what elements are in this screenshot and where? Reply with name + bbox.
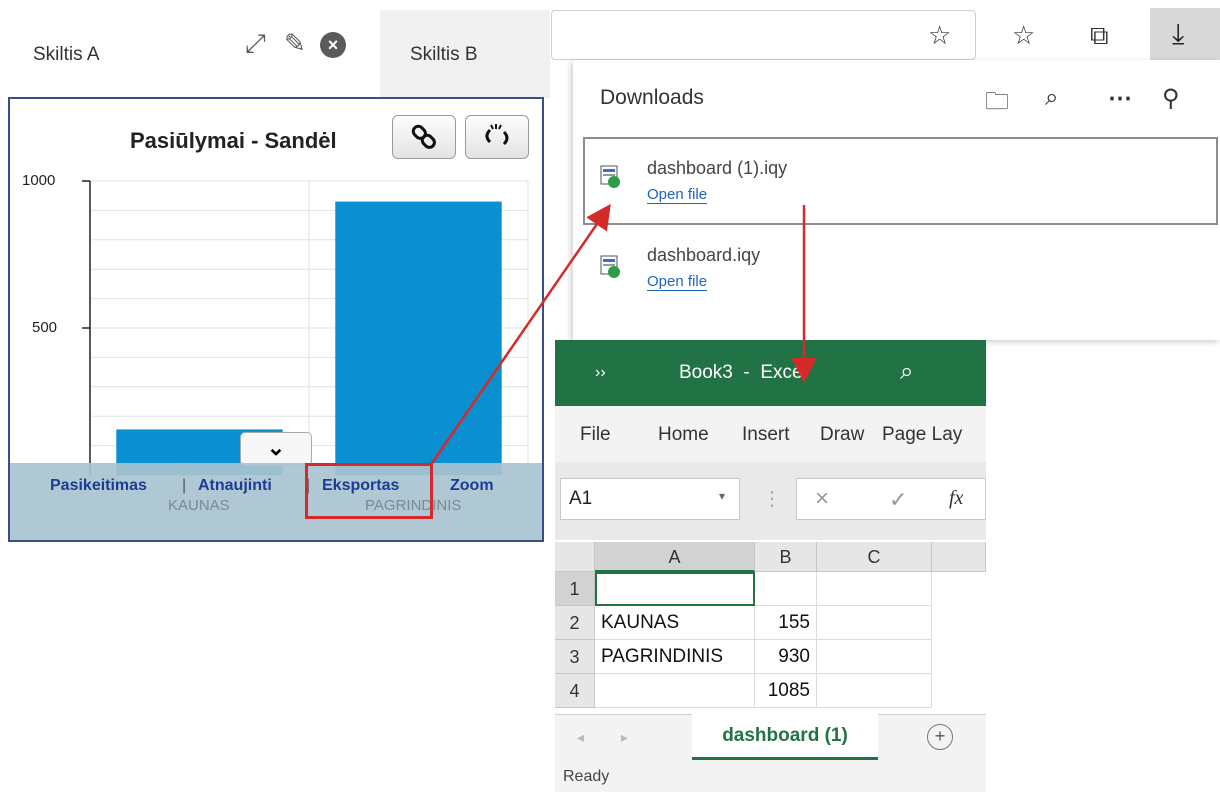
ribbon-tab-insert[interactable]: Insert	[742, 424, 790, 446]
bar-pagrindinis	[335, 201, 502, 475]
pin-icon[interactable]: ⚲	[1162, 84, 1180, 113]
link-button[interactable]	[392, 115, 456, 159]
unlink-button[interactable]	[465, 115, 529, 159]
grip-icon: ⋮	[762, 488, 782, 510]
row-header[interactable]: 3	[555, 640, 595, 674]
download-icon: ⤓	[1172, 18, 1185, 49]
download-item-1-open-link[interactable]: Open file	[647, 186, 708, 204]
panel-footer	[10, 463, 542, 540]
downloads-button[interactable]: ⤓	[1150, 8, 1220, 60]
search-icon[interactable]: ⌕	[900, 358, 913, 386]
address-bar[interactable]	[551, 10, 976, 60]
cell-b3[interactable]: 930	[755, 640, 817, 674]
status-text: Ready	[563, 768, 610, 785]
cell-a4[interactable]	[595, 674, 755, 708]
formula-bar[interactable]: × ✓ fx	[796, 478, 986, 520]
cell-b4[interactable]: 1085	[755, 674, 817, 708]
collapse-button[interactable]: ⌄	[240, 432, 312, 466]
tab-skiltis-a-label: Skiltis A	[33, 44, 100, 65]
search-icon[interactable]: ⌕	[1045, 84, 1058, 112]
cell-b1[interactable]	[755, 572, 817, 606]
sheet-scroll-right-icon[interactable]: ▸	[621, 729, 628, 746]
link-icon	[411, 124, 436, 149]
sheet-tab-dashboard-1[interactable]: dashboard (1)	[692, 714, 878, 760]
download-item-2-open-link[interactable]: Open file	[647, 273, 708, 291]
tab-skiltis-b[interactable]: Skiltis B	[380, 10, 550, 98]
downloads-title: Downloads	[600, 86, 704, 109]
cancel-icon[interactable]: ×	[815, 485, 829, 513]
add-favorite-icon[interactable]: ☆	[928, 20, 951, 51]
cell-c2[interactable]	[817, 606, 932, 640]
y-tick-1000: 1000	[22, 172, 56, 189]
excel-title: Book3 - Excel	[679, 362, 807, 383]
cell-a3[interactable]: PAGRINDINIS	[595, 640, 755, 674]
cell-a1[interactable]	[595, 572, 755, 606]
add-sheet-icon[interactable]: +	[927, 724, 953, 750]
cell-a2[interactable]: KAUNAS	[595, 606, 755, 640]
collections-icon[interactable]: ⧉	[1090, 20, 1109, 52]
iqy-file-icon	[600, 165, 620, 188]
download-item-1[interactable]	[583, 137, 1218, 225]
x-category-kaunas: KAUNAS	[168, 497, 230, 514]
ribbon-tab-page-layout[interactable]: Page Lay	[882, 424, 962, 446]
footer-link-pasikeitimas[interactable]: Pasikeitimas	[50, 477, 147, 495]
ribbon-tab-home[interactable]: Home	[658, 424, 709, 446]
unlink-icon	[485, 124, 509, 146]
enter-icon[interactable]: ✓	[889, 487, 907, 513]
tab-skiltis-b-label: Skiltis B	[410, 44, 478, 65]
row-header[interactable]: 4	[555, 674, 595, 708]
function-icon[interactable]: fx	[949, 487, 963, 510]
highlight-box-eksportas	[305, 463, 433, 519]
more-icon[interactable]: ⋯	[1108, 84, 1132, 113]
footer-link-zoom[interactable]: Zoom	[450, 477, 494, 495]
download-item-1-name: dashboard (1).iqy	[647, 158, 788, 178]
status-bar: Ready	[555, 762, 986, 792]
column-header-d[interactable]	[932, 542, 986, 572]
pencil-icon[interactable]: ✎	[284, 28, 306, 59]
folder-icon[interactable]: 🗀	[985, 84, 1009, 125]
ribbon-tab-draw[interactable]: Draw	[820, 424, 864, 446]
name-box[interactable]: A1 ▾	[560, 478, 740, 520]
download-item-2-name: dashboard.iqy	[647, 245, 761, 265]
row-header[interactable]: 1	[555, 572, 595, 606]
sheet-scroll-left-icon[interactable]: ◂	[577, 729, 584, 746]
ribbon-tab-file[interactable]: File	[580, 424, 611, 446]
chevron-down-icon[interactable]: ▾	[719, 489, 725, 503]
column-header-b[interactable]: B	[755, 542, 817, 572]
name-box-value: A1	[569, 488, 593, 509]
cell-c4[interactable]	[817, 674, 932, 708]
y-tick-500: 500	[32, 319, 58, 336]
iqy-file-icon	[600, 255, 620, 278]
footer-separator: |	[182, 477, 187, 494]
cell-b2[interactable]: 155	[755, 606, 817, 640]
select-all-corner[interactable]	[555, 542, 595, 572]
expand-icon[interactable]: ⤢	[245, 28, 266, 60]
close-icon[interactable]: ×	[320, 32, 346, 58]
column-header-a[interactable]: A	[595, 542, 755, 572]
column-header-c[interactable]: C	[817, 542, 932, 572]
ribbon-expand-chevrons[interactable]: ››	[595, 364, 606, 382]
chevron-down-icon: ⌄	[266, 435, 286, 460]
footer-link-atnaujinti[interactable]: Atnaujinti	[198, 477, 272, 495]
favorites-icon[interactable]: ☆	[1012, 20, 1035, 51]
excel-title-bar: ›› Book3 - Excel ⌕	[555, 340, 986, 406]
chart-title: Pasiūlymai - Sandėl	[130, 128, 337, 153]
cell-c3[interactable]	[817, 640, 932, 674]
row-header[interactable]: 2	[555, 606, 595, 640]
cell-c1[interactable]	[817, 572, 932, 606]
